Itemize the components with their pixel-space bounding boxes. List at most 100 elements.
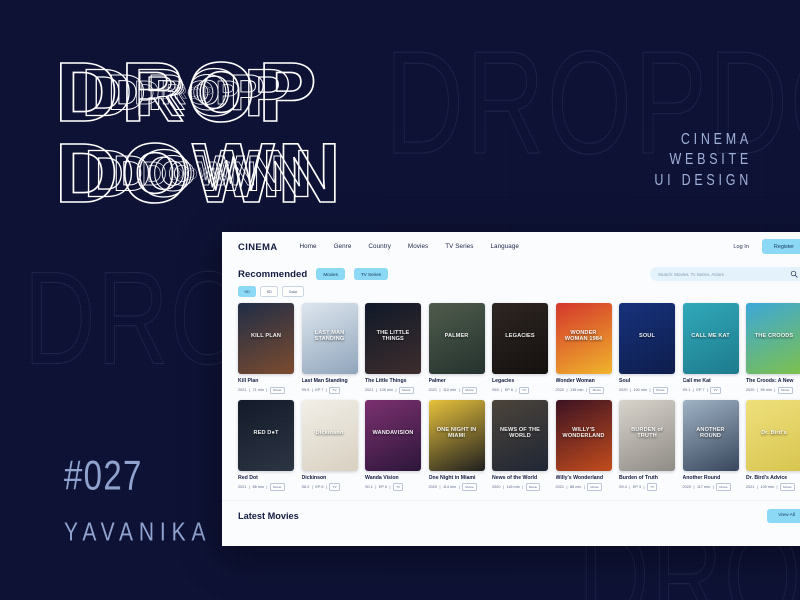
movie-card[interactable]: THE CROODS The Croods: A New 2020 | 95 min | M…: [746, 303, 800, 394]
movie-year: 2021: [238, 484, 247, 489]
movie-duration: 135 min: [569, 388, 584, 393]
movie-poster-text: THE LITTLE THINGS: [376, 329, 410, 342]
movie-title: The Croods: A New: [746, 378, 794, 385]
movie-card[interactable]: NEWS OF THE WORLD News of the World 2020 | 1…: [492, 399, 548, 491]
movie-poster-image[interactable]: WILLY'S WONDERLAND: [555, 399, 612, 471]
movie-card[interactable]: Dr. Bird's Dr. Bird's Advice 2021 | 109 min |…: [746, 399, 800, 491]
movie-poster-image[interactable]: WANDAVISION: [365, 399, 421, 471]
movie-type-badge: Movie: [398, 386, 414, 394]
movie-card[interactable]: BURDEN of TRUTH Burden of Truth S9.4 | EP 3 |…: [619, 399, 675, 491]
movie-card[interactable]: KILL PLAN Kill Plan 2021 | 71 min | Movie: [238, 303, 294, 394]
movie-card[interactable]: CALL ME KAT Call me Kat S9.1 | EP 7 | TV: [682, 303, 739, 394]
movie-card[interactable]: SOUL Soul 2020 | 100 min | Movie: [619, 303, 675, 394]
movie-title: Palmer: [428, 378, 446, 385]
movie-poster-image[interactable]: BURDEN of TRUTH: [619, 399, 675, 471]
tab-tv-series[interactable]: TV Series: [353, 268, 389, 280]
meta-separator: |: [776, 484, 778, 489]
nav-link-country[interactable]: Country: [368, 243, 391, 250]
movie-title: Kill Plan: [238, 378, 259, 385]
movie-poster-image[interactable]: ANOTHER ROUND: [682, 399, 739, 471]
movie-title: Burden of Truth: [619, 474, 658, 481]
view-all-button[interactable]: View All: [767, 508, 800, 523]
movie-year: S0.1: [365, 484, 373, 489]
register-button[interactable]: Register: [761, 239, 800, 254]
movie-poster-image[interactable]: Dr. Bird's: [746, 399, 800, 471]
movie-poster-image[interactable]: KILL PLAN: [238, 303, 294, 375]
movie-year: S6.2: [301, 484, 310, 489]
movie-duration: 71 min: [252, 388, 264, 393]
movie-card[interactable]: PALMER Palmer 2021 | 110 min | Movie: [428, 303, 485, 394]
section-title-latest: Latest Movies: [238, 510, 299, 521]
nav-link-home[interactable]: Home: [300, 243, 317, 250]
nav-link-genre[interactable]: Genre: [334, 243, 352, 250]
nav-link-tv-series[interactable]: TV Series: [445, 243, 473, 250]
meta-separator: |: [566, 484, 568, 489]
meta-separator: |: [248, 484, 250, 489]
meta-separator: |: [375, 388, 377, 393]
movie-card[interactable]: WILLY'S WONDERLAND Willy's Wonderland 2021…: [555, 399, 612, 491]
movie-meta: 2020 | 114 min | Movie: [429, 483, 485, 491]
movie-poster-image[interactable]: NEWS OF THE WORLD: [492, 399, 548, 471]
movie-type-badge: Movie: [525, 483, 541, 491]
movie-poster-text: WILLY'S WONDERLAND: [562, 426, 605, 439]
movie-poster-image[interactable]: RED D●T: [238, 399, 294, 471]
movie-card[interactable]: Dickinson Dickinson S6.2 | EP 6 | TV: [301, 399, 358, 491]
movie-poster-image[interactable]: LAST MAN STANDING: [301, 303, 358, 375]
meta-separator: |: [692, 388, 694, 393]
movie-meta: S9.1 | EP 7 | TV: [683, 386, 739, 394]
meta-separator: |: [325, 388, 327, 393]
tab-movies[interactable]: Movies: [316, 268, 345, 280]
meta-separator: |: [756, 484, 758, 489]
movie-card[interactable]: THE LITTLE THINGS The Little Things 2021 | 1…: [365, 303, 421, 394]
movie-card[interactable]: RED D●T Red Dot 2021 | 86 min | Movie: [238, 399, 294, 491]
movie-poster-text: Dickinson: [315, 429, 344, 436]
movie-poster-image[interactable]: ONE NIGHT IN MIAMI: [428, 399, 485, 471]
search-icon[interactable]: [790, 270, 798, 278]
movie-card[interactable]: WONDER WOMAN 1984 Wonder Woman 2020 | 135 mi…: [555, 303, 612, 394]
movie-poster-image[interactable]: THE LITTLE THINGS: [365, 303, 421, 375]
movie-year: 2020: [619, 388, 628, 393]
movie-type-badge: Movie: [716, 483, 731, 491]
movie-title: One Night in Miami: [428, 474, 476, 481]
movie-card[interactable]: ONE NIGHT IN MIAMI One Night in Miami 2020…: [428, 399, 485, 491]
movie-poster-image[interactable]: LEGACIES: [492, 303, 548, 375]
author-name: YAVANIKA: [64, 518, 212, 547]
movie-type-badge: TV: [329, 483, 340, 491]
meta-separator: |: [266, 388, 268, 393]
movie-poster-text: BURDEN of TRUTH: [631, 426, 663, 439]
movie-card[interactable]: LAST MAN STANDING Last Man Standing S9.9 | E…: [301, 303, 358, 394]
movie-poster-image[interactable]: SOUL: [619, 303, 675, 375]
movie-year: S63: [492, 388, 499, 393]
nav-link-movies[interactable]: Movies: [408, 243, 428, 250]
movie-card[interactable]: LEGACIES Legacies S63 | EP 6 | TV: [492, 303, 548, 394]
movie-meta: 2020 | 100 min | Movie: [619, 386, 675, 394]
movie-title: Legacies: [492, 378, 515, 385]
filter-chip-sd[interactable]: SD: [260, 286, 279, 298]
search-box[interactable]: [650, 267, 800, 281]
nav-link-language[interactable]: Language: [490, 243, 519, 250]
movie-poster-image[interactable]: PALMER: [428, 303, 485, 375]
movie-title: Soul: [619, 378, 631, 385]
movie-type-badge: TV: [392, 483, 404, 491]
movie-poster-text: PALMER: [444, 332, 469, 339]
movie-poster-image[interactable]: CALL ME KAT: [682, 303, 739, 375]
login-link[interactable]: Log In: [733, 244, 749, 250]
movie-poster-image[interactable]: Dickinson: [301, 399, 358, 471]
movie-card[interactable]: WANDAVISION Wanda Vision S0.1 | EP 6 | TV: [365, 399, 421, 491]
movie-poster-image[interactable]: THE CROODS: [746, 303, 800, 375]
movie-duration: 128 min: [379, 388, 393, 393]
filter-chip-hd[interactable]: HD: [238, 286, 257, 298]
movie-year: S9.4: [619, 484, 627, 489]
poster-title: DROPDROPDROP DOWNDOWNDOWN: [54, 49, 341, 217]
movie-card[interactable]: ANOTHER ROUND Another Round 2020 | 117 min | M…: [682, 399, 739, 491]
movie-duration: 88 min: [569, 484, 582, 489]
search-input[interactable]: [658, 271, 790, 277]
filter-chip-color[interactable]: Color: [282, 286, 304, 298]
movie-type-badge: Movie: [462, 483, 477, 491]
movie-title: Another Round: [682, 474, 721, 481]
movie-poster-image[interactable]: WONDER WOMAN 1984: [555, 303, 612, 375]
meta-separator: |: [643, 484, 645, 489]
movie-meta: S0.1 | EP 6 | TV: [365, 483, 421, 491]
site-logo[interactable]: CINEMA: [238, 241, 278, 252]
meta-separator: |: [515, 388, 517, 393]
